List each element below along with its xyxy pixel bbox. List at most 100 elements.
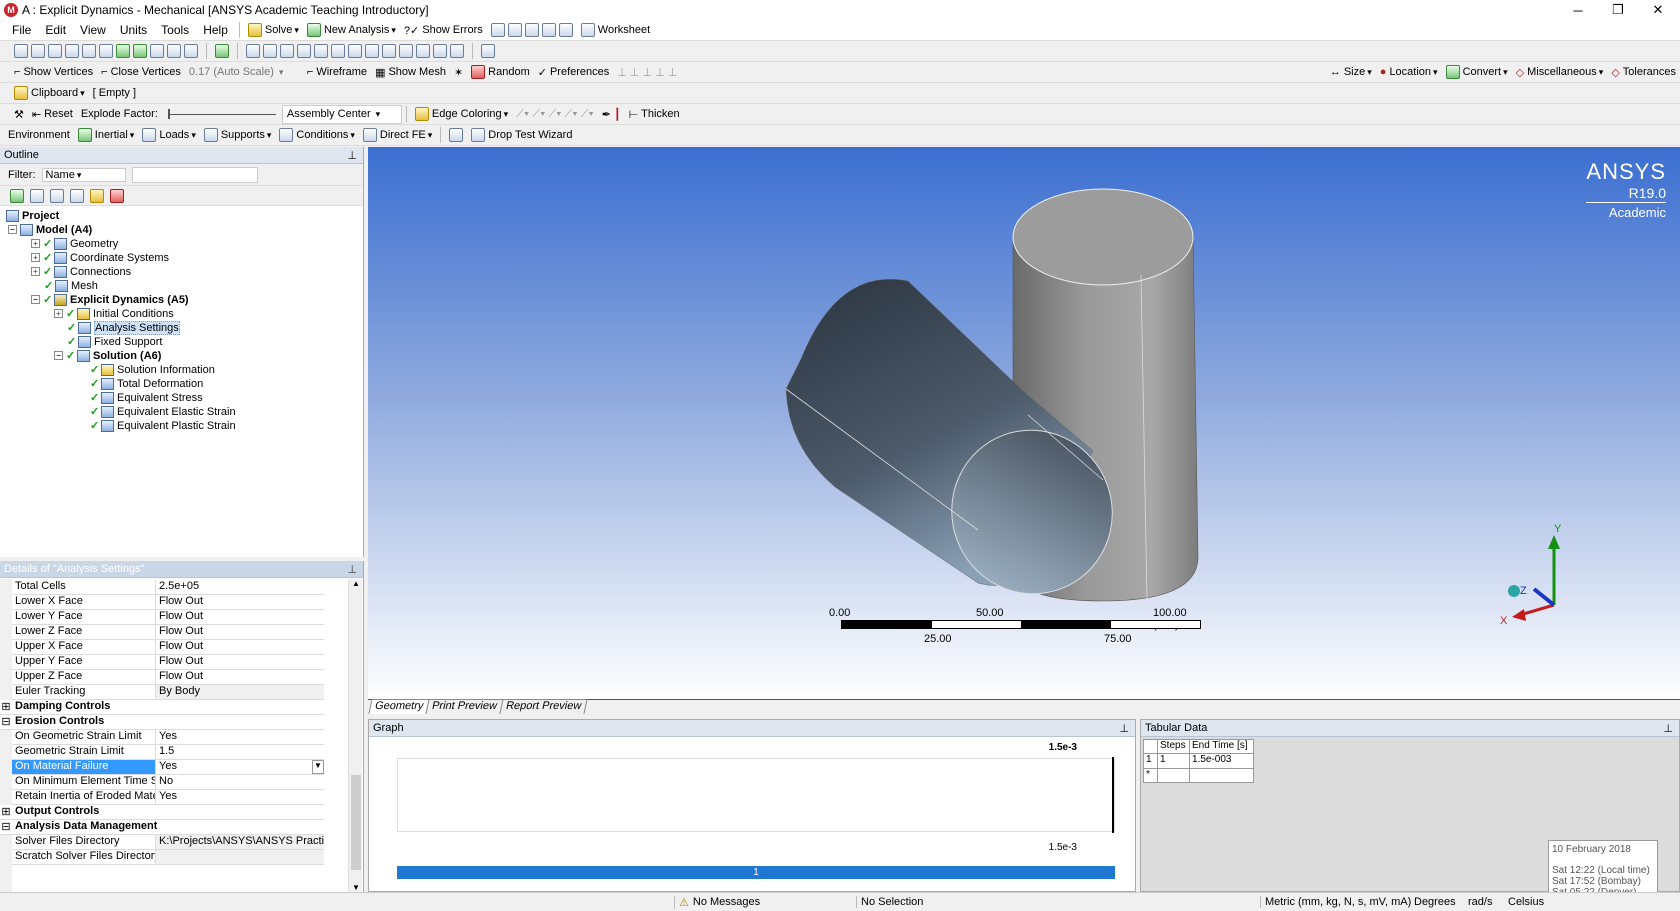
tool-icon[interactable] <box>558 23 573 37</box>
select-icon[interactable] <box>48 44 62 58</box>
detail-row-selected[interactable]: On Material Failure Yes ▼ <box>12 760 324 775</box>
new-analysis-button[interactable]: New Analysis <box>303 21 400 40</box>
random-color-icon[interactable]: ✶ <box>454 66 463 79</box>
filter-dropdown[interactable]: Name <box>41 167 126 182</box>
tree-item-model[interactable]: − Model (A4) <box>8 223 92 236</box>
location-button[interactable]: ● Location <box>1376 63 1442 82</box>
menu-units[interactable]: Units <box>113 23 154 37</box>
pin-icon[interactable]: ⊥ <box>347 149 357 162</box>
tree-item-explicit-dynamics[interactable]: − ✓ Explicit Dynamics (A5) <box>31 293 189 306</box>
show-vertices-button[interactable]: ⌐ Show Vertices <box>10 63 97 82</box>
random-button[interactable]: Random <box>467 63 534 82</box>
tool-icon[interactable] <box>541 23 556 37</box>
scroll-down-icon[interactable]: ▼ <box>352 883 360 892</box>
tree-item-equivalent-elastic-strain[interactable]: ✓ Equivalent Elastic Strain <box>90 405 236 418</box>
table-new-row[interactable]: * <box>1143 769 1254 783</box>
detail-row[interactable]: Upper Z Face Flow Out <box>12 670 324 685</box>
direct-fe-button[interactable]: Direct FE <box>359 126 436 145</box>
menu-file[interactable]: File <box>0 23 38 37</box>
tab-print-preview[interactable]: Print Preview <box>425 699 504 714</box>
conditions-button[interactable]: Conditions <box>275 126 359 145</box>
menu-help[interactable]: Help <box>196 23 235 37</box>
select-icon[interactable] <box>14 44 28 58</box>
detail-row[interactable]: Total Cells 2.5e+05 <box>12 580 324 595</box>
detail-group-erosion[interactable]: ⊟ Erosion Controls <box>0 715 324 730</box>
zoom-icon[interactable] <box>280 44 294 58</box>
zoom-box-icon[interactable] <box>297 44 311 58</box>
iso-view-icon[interactable] <box>433 44 447 58</box>
tolerances-button[interactable]: ◇ Tolerances <box>1607 63 1680 82</box>
loads-button[interactable]: Loads <box>138 126 200 145</box>
detail-row[interactable]: Scratch Solver Files Directory <box>12 850 324 865</box>
menu-tools[interactable]: Tools <box>154 23 196 37</box>
cursor-icon[interactable] <box>65 44 79 58</box>
zoom-icon[interactable] <box>348 44 362 58</box>
preferences-button[interactable]: ✓ Preferences <box>534 63 614 82</box>
tab-geometry[interactable]: Geometry <box>368 699 430 714</box>
tree-item-equivalent-plastic-strain[interactable]: ✓ Equivalent Plastic Strain <box>90 419 236 432</box>
tree-item-project[interactable]: Project <box>6 209 59 222</box>
extend-icon[interactable] <box>167 44 181 58</box>
pin-icon[interactable]: ⊥ <box>1663 722 1673 735</box>
tree-item-solution-information[interactable]: ✓ Solution Information <box>90 363 215 376</box>
miscellaneous-button[interactable]: ◇ Miscellaneous <box>1512 63 1608 82</box>
graphics-viewport[interactable]: ANSYS R19.0 Academic 0.00 50.00 100.00 (… <box>368 147 1680 699</box>
close-button[interactable]: ✕ <box>1638 0 1678 20</box>
explode-slider[interactable] <box>162 105 282 124</box>
detail-row[interactable]: Upper Y Face Flow Out <box>12 655 324 670</box>
magnifier-icon[interactable] <box>382 44 396 58</box>
zoom-icon[interactable] <box>365 44 379 58</box>
pin-icon[interactable]: ⊥ <box>1119 722 1129 735</box>
detail-row[interactable]: Retain Inertia of Eroded MaterialYes <box>12 790 324 805</box>
detail-row[interactable]: Geometric Strain Limit 1.5 <box>12 745 324 760</box>
body-icon[interactable] <box>116 44 130 58</box>
extend-icon[interactable] <box>184 44 198 58</box>
named-selection-icon[interactable] <box>215 44 229 58</box>
thicken-button[interactable]: ⊢ Thicken <box>625 105 684 124</box>
extend-icon[interactable] <box>150 44 164 58</box>
detail-row[interactable]: Upper X Face Flow Out <box>12 640 324 655</box>
table-row[interactable]: 1 1 1.5e-003 <box>1143 754 1254 769</box>
tree-item-initial-conditions[interactable]: + ✓ Initial Conditions <box>54 307 174 320</box>
step-bar[interactable]: 1 <box>397 866 1115 879</box>
inertial-button[interactable]: Inertial <box>74 126 139 145</box>
thickness-icon[interactable]: ┃ <box>614 108 621 121</box>
detail-row[interactable]: Solver Files Directory K:\Projects\ANSYS\… <box>12 835 324 850</box>
menu-view[interactable]: View <box>73 23 113 37</box>
reset-button[interactable]: ⇤ Reset <box>28 105 77 124</box>
pan-icon[interactable] <box>263 44 277 58</box>
detail-group-output[interactable]: ⊞ Output Controls <box>0 805 324 820</box>
tree-item-mesh[interactable]: ✓ Mesh <box>44 279 98 292</box>
auto-scale-dropdown[interactable]: 0.17 (Auto Scale) <box>185 63 303 82</box>
print-icon[interactable] <box>450 44 464 58</box>
refresh-icon[interactable] <box>10 188 24 203</box>
detail-group-damping[interactable]: ⊞ Damping Controls <box>0 700 324 715</box>
face-icon[interactable] <box>82 44 96 58</box>
details-scrollbar[interactable]: ▲ ▼ <box>348 579 362 892</box>
commands-icon[interactable] <box>449 128 464 142</box>
edge-coloring-button[interactable]: Edge Coloring <box>411 105 512 124</box>
tree-item-geometry[interactable]: + ✓ Geometry <box>31 237 118 250</box>
drop-test-wizard-button[interactable]: Drop Test Wizard <box>467 126 576 145</box>
supports-button[interactable]: Supports <box>200 126 276 145</box>
menu-edit[interactable]: Edit <box>38 23 73 37</box>
clipboard-button[interactable]: Clipboard <box>10 84 89 103</box>
scroll-up-icon[interactable]: ▲ <box>352 579 360 588</box>
folder-icon[interactable] <box>90 188 104 203</box>
explode-icon[interactable]: ⚒ <box>14 108 24 121</box>
flag-icon[interactable] <box>50 188 64 203</box>
body-icon[interactable] <box>133 44 147 58</box>
restore-button[interactable]: ❐ <box>1598 0 1638 20</box>
rate-units-status[interactable]: rad/s <box>1464 896 1492 908</box>
solve-button[interactable]: Solve <box>244 21 303 40</box>
detail-group-data-management[interactable]: ⊟ Analysis Data Management <box>0 820 324 835</box>
tree-item-connections[interactable]: + ✓ Connections <box>31 265 131 278</box>
select-icon[interactable] <box>31 44 45 58</box>
zoom-fit-icon[interactable] <box>314 44 328 58</box>
messages-status[interactable]: ⚠ No Messages <box>674 895 760 909</box>
worksheet-button[interactable]: Worksheet <box>577 21 654 40</box>
minimize-button[interactable]: ─ <box>1558 0 1598 20</box>
tool-icon[interactable] <box>524 23 539 37</box>
units-status[interactable]: Metric (mm, kg, N, s, mV, mA) <box>1260 896 1411 908</box>
previous-view-icon[interactable] <box>399 44 413 58</box>
